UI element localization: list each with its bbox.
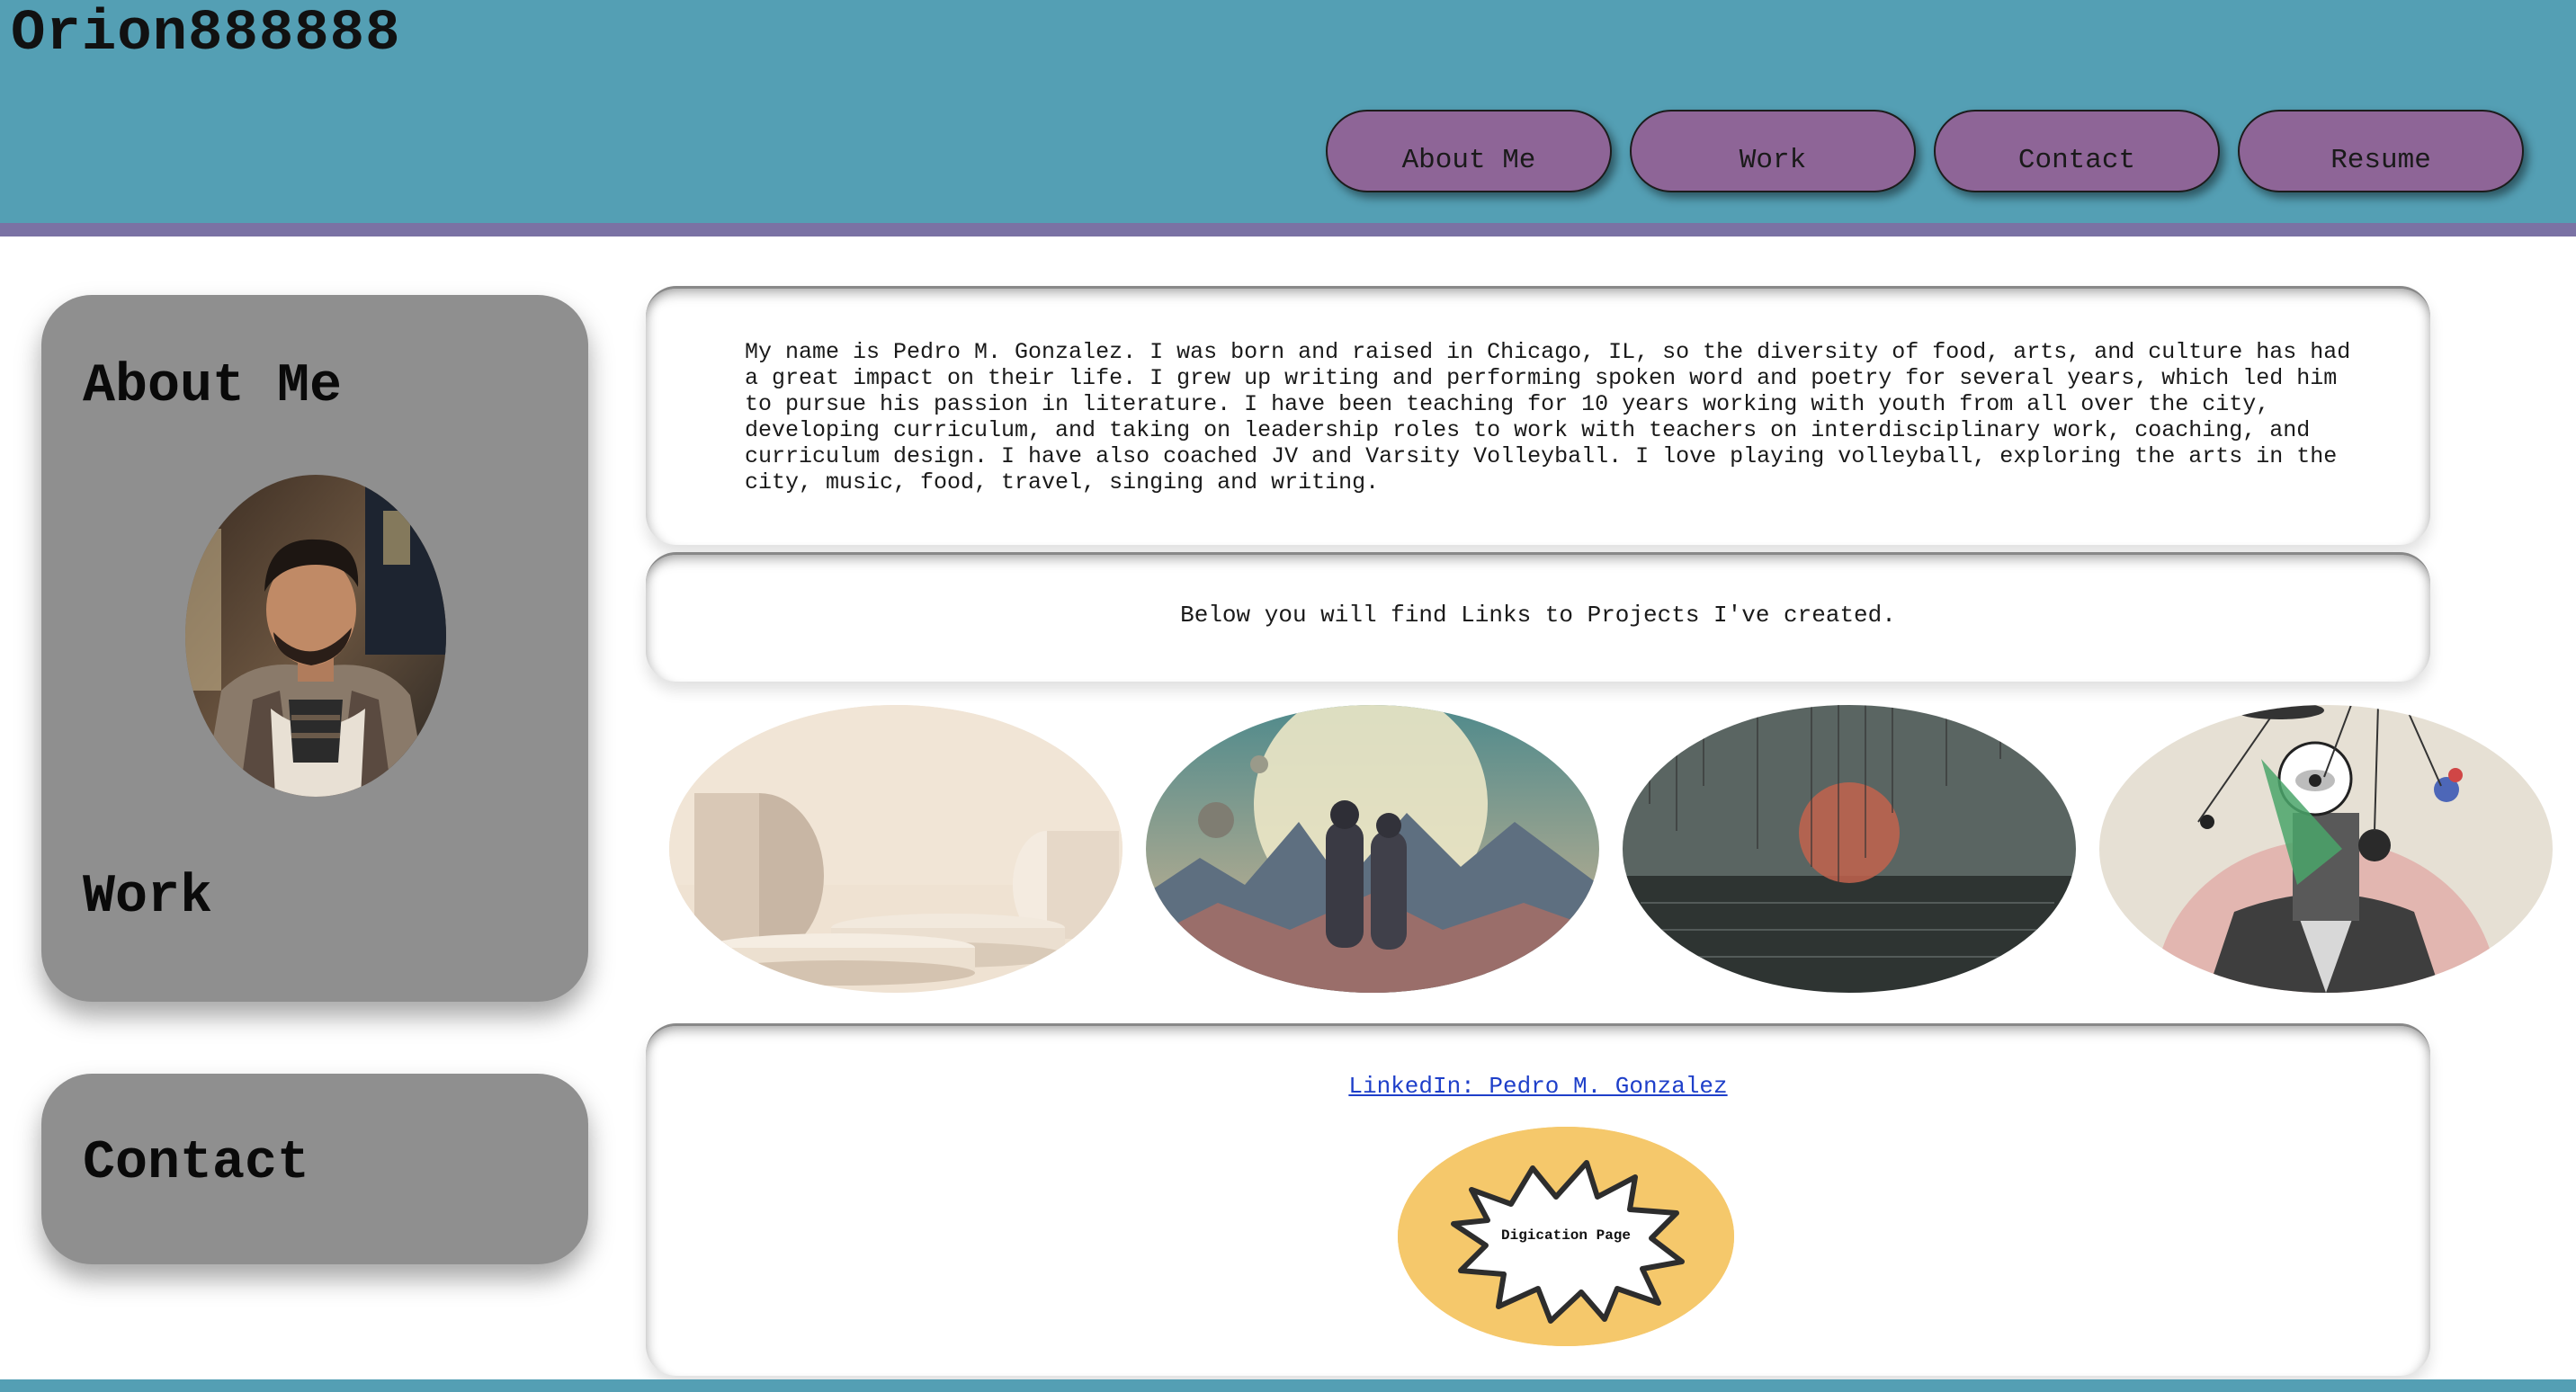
nav-contact-button[interactable]: Contact — [1934, 110, 2220, 192]
nav-work-button[interactable]: Work — [1630, 110, 1916, 192]
digication-label: Digication Page — [1500, 1227, 1632, 1244]
site-header: Orion888888 About Me Work Contact Resume — [0, 0, 2576, 223]
footer-bar — [0, 1379, 2576, 1392]
project-thumbnail-3[interactable] — [1623, 705, 2076, 993]
projects-intro-panel: Below you will find Links to Projects I'… — [646, 552, 2430, 682]
header-divider — [0, 223, 2576, 236]
profile-photo — [185, 475, 446, 797]
sidebar-contact-card: Contact — [41, 1074, 588, 1264]
nav-resume-button[interactable]: Resume — [2238, 110, 2524, 192]
sidebar-work-title[interactable]: Work — [83, 867, 212, 928]
sidebar-about-card: About Me Work — [41, 295, 588, 1002]
digication-link[interactable]: Digication Page — [1398, 1127, 1734, 1346]
project-thumbnail-4[interactable] — [2099, 705, 2553, 993]
site-brand[interactable]: Orion888888 — [11, 2, 400, 67]
nav-about-me-button[interactable]: About Me — [1326, 110, 1612, 192]
sidebar-contact-title[interactable]: Contact — [83, 1133, 309, 1194]
project-thumbnail-1[interactable] — [669, 705, 1123, 993]
linkedin-link[interactable]: LinkedIn: Pedro M. Gonzalez — [646, 1073, 2430, 1100]
project-thumbnail-2[interactable] — [1146, 705, 1599, 993]
contact-links-panel: LinkedIn: Pedro M. Gonzalez Digication P… — [646, 1023, 2430, 1376]
sidebar-about-title[interactable]: About Me — [83, 356, 342, 417]
bio-panel: My name is Pedro M. Gonzalez. I was born… — [646, 286, 2430, 545]
projects-intro-text: Below you will find Links to Projects I'… — [1180, 602, 1896, 629]
bio-text: My name is Pedro M. Gonzalez. I was born… — [745, 339, 2351, 495]
